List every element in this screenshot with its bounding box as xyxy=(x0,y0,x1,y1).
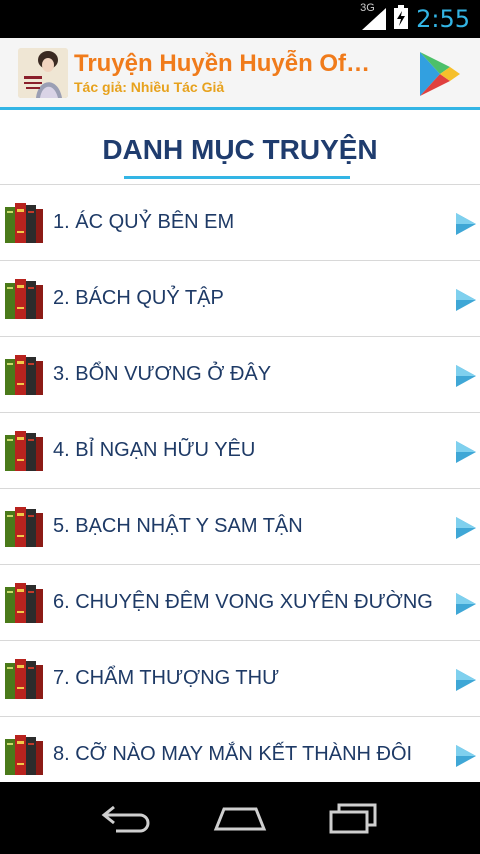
home-icon[interactable] xyxy=(210,798,270,838)
story-title: 5. BẠCH NHẬT Y SAM TẬN xyxy=(53,515,303,537)
list-item[interactable]: 3. BỔN VƯƠNG Ở ĐÂY xyxy=(0,336,480,412)
network-type: 3G xyxy=(360,2,375,14)
back-icon[interactable] xyxy=(97,798,157,838)
play-arrow-icon xyxy=(456,517,476,539)
story-title: 6. CHUYỆN ĐÊM VONG XUYÊN ĐƯỜNG xyxy=(53,591,433,613)
clock: 2:55 xyxy=(416,5,470,33)
book-stack-icon xyxy=(5,582,43,623)
play-arrow-icon xyxy=(456,441,476,463)
app-cover-icon[interactable] xyxy=(18,47,68,98)
book-stack-icon xyxy=(5,506,43,547)
story-list: 1. ÁC QUỶ BÊN EM 2. BÁCH QUỶ TẬP 3. BỔN … xyxy=(0,184,480,782)
book-stack-icon xyxy=(5,430,43,471)
app-title: Truyện Huyền Huyễn Of… xyxy=(74,49,371,77)
book-stack-icon xyxy=(5,658,43,699)
recent-apps-icon[interactable] xyxy=(323,798,383,838)
story-catalog: DANH MỤC TRUYỆN 1. ÁC QUỶ BÊN EM 2. BÁCH… xyxy=(0,110,480,782)
action-bar: Truyện Huyền Huyễn Of… Tác giả: Nhiều Tá… xyxy=(0,38,480,110)
status-bar: 3G 2:55 xyxy=(0,0,480,38)
catalog-heading: DANH MỤC TRUYỆN xyxy=(102,134,378,165)
book-stack-icon xyxy=(5,278,43,319)
play-arrow-icon xyxy=(456,289,476,311)
navigation-bar xyxy=(0,782,480,854)
signal-icon: 3G xyxy=(360,2,387,30)
story-title: 8. CỠ NÀO MAY MẮN KẾT THÀNH ĐÔI xyxy=(53,743,413,765)
list-item[interactable]: 6. CHUYỆN ĐÊM VONG XUYÊN ĐƯỜNG xyxy=(0,564,480,640)
story-title: 1. ÁC QUỶ BÊN EM xyxy=(53,211,235,233)
list-item[interactable]: 7. CHẨM THƯỢNG THƯ xyxy=(0,640,480,716)
battery-icon xyxy=(394,4,409,34)
list-item[interactable]: 2. BÁCH QUỶ TẬP xyxy=(0,260,480,336)
play-arrow-icon xyxy=(456,745,476,767)
book-stack-icon xyxy=(5,354,43,395)
book-stack-icon xyxy=(5,202,43,243)
story-title: 3. BỔN VƯƠNG Ở ĐÂY xyxy=(53,363,272,385)
book-stack-icon xyxy=(5,734,43,775)
story-title: 2. BÁCH QUỶ TẬP xyxy=(53,287,224,309)
story-title: 4. BỈ NGẠN HỮU YÊU xyxy=(53,439,256,461)
heading-underline xyxy=(124,176,350,179)
story-title: 7. CHẨM THƯỢNG THƯ xyxy=(53,667,280,689)
app-subtitle: Tác giả: Nhiều Tác Giả xyxy=(74,78,225,95)
google-play-icon[interactable] xyxy=(414,49,464,99)
play-arrow-icon xyxy=(456,669,476,691)
list-item[interactable]: 4. BỈ NGẠN HỮU YÊU xyxy=(0,412,480,488)
play-arrow-icon xyxy=(456,365,476,387)
list-item[interactable]: 8. CỠ NÀO MAY MẮN KẾT THÀNH ĐÔI xyxy=(0,716,480,782)
play-arrow-icon xyxy=(456,593,476,615)
list-item[interactable]: 5. BẠCH NHẬT Y SAM TẬN xyxy=(0,488,480,564)
play-arrow-icon xyxy=(456,213,476,235)
list-item[interactable]: 1. ÁC QUỶ BÊN EM xyxy=(0,184,480,260)
